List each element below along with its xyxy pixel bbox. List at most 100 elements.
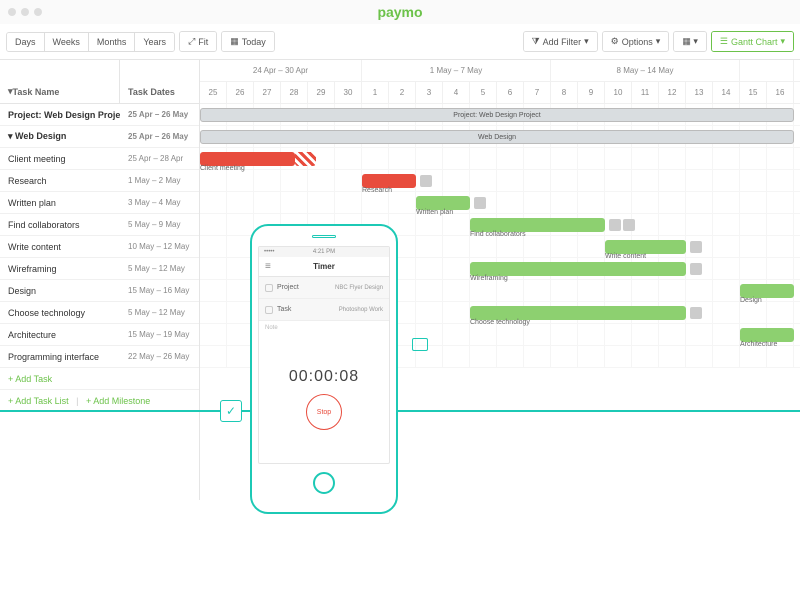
gantt-bar[interactable] bbox=[470, 262, 686, 276]
day-header: 16 bbox=[767, 82, 794, 103]
layout-button[interactable]: ▦ ▾ bbox=[674, 32, 706, 51]
task-row[interactable]: Project: Web Design Project25 Apr – 26 M… bbox=[0, 104, 199, 126]
phone-speaker bbox=[312, 235, 336, 238]
options-button[interactable]: ⚙Options ▾ bbox=[603, 32, 669, 51]
day-header: 26 bbox=[227, 82, 254, 103]
avatar[interactable] bbox=[474, 197, 486, 209]
home-button-icon[interactable] bbox=[313, 472, 335, 494]
view-months[interactable]: Months bbox=[89, 33, 136, 51]
gantt-bar[interactable] bbox=[605, 240, 686, 254]
timer-display: 00:00:08 bbox=[289, 368, 359, 386]
bar-caption: Find collaborators bbox=[470, 231, 526, 238]
view-range-group: Days Weeks Months Years bbox=[6, 32, 175, 52]
fit-button[interactable]: ⤢Fit bbox=[180, 32, 216, 51]
gantt-bar[interactable] bbox=[200, 152, 295, 166]
task-row[interactable]: Find collaborators5 May – 9 May bbox=[0, 214, 199, 236]
gantt-bar[interactable] bbox=[362, 174, 416, 188]
gantt-bar[interactable] bbox=[740, 328, 794, 342]
task-row[interactable]: Write content10 May – 12 May bbox=[0, 236, 199, 258]
add-filter-button[interactable]: ⧩Add Filter ▾ bbox=[524, 32, 597, 51]
day-header: 9 bbox=[578, 82, 605, 103]
bar-caption: Design bbox=[740, 297, 762, 304]
avatar[interactable] bbox=[690, 241, 702, 253]
week-header: 8 May – 14 May bbox=[551, 60, 740, 81]
grid-icon: ▦ bbox=[682, 36, 691, 46]
bar-caption: Architecture bbox=[740, 341, 777, 348]
day-header: 5 bbox=[470, 82, 497, 103]
col-task-name[interactable]: ▾ Task Name bbox=[0, 60, 120, 103]
phone-time: 4:21 PM bbox=[313, 249, 335, 255]
day-header: 30 bbox=[335, 82, 362, 103]
phone-project-row[interactable]: ProjectNBC Flyer Design bbox=[259, 277, 389, 299]
calendar-icon: ▦ bbox=[230, 36, 239, 47]
task-row[interactable]: Research1 May – 2 May bbox=[0, 170, 199, 192]
avatar[interactable] bbox=[420, 175, 432, 187]
gantt-bar[interactable] bbox=[470, 306, 686, 320]
view-weeks[interactable]: Weeks bbox=[45, 33, 89, 51]
app-logo: paymo bbox=[377, 4, 422, 20]
avatar[interactable] bbox=[623, 219, 635, 231]
avatar[interactable] bbox=[690, 263, 702, 275]
chevron-down-icon: ▾ bbox=[656, 36, 661, 47]
gantt-bar[interactable] bbox=[740, 284, 794, 298]
day-header: 25 bbox=[200, 82, 227, 103]
col-task-dates[interactable]: Task Dates bbox=[120, 60, 199, 103]
task-sidebar: ▾ Task Name Task Dates Project: Web Desi… bbox=[0, 60, 200, 500]
task-row[interactable]: Client meeting25 Apr – 28 Apr bbox=[0, 148, 199, 170]
traffic-light-min[interactable] bbox=[21, 8, 29, 16]
gantt-row bbox=[200, 192, 800, 214]
today-button[interactable]: ▦Today bbox=[222, 32, 274, 51]
day-header: 29 bbox=[308, 82, 335, 103]
task-row[interactable]: ▾ Web Design25 Apr – 26 May bbox=[0, 126, 199, 148]
day-header: 28 bbox=[281, 82, 308, 103]
filter-icon: ⧩ bbox=[532, 36, 540, 47]
gantt-row bbox=[200, 170, 800, 192]
traffic-light-close[interactable] bbox=[8, 8, 16, 16]
window-titlebar: paymo bbox=[0, 0, 800, 24]
menu-icon[interactable]: ≡ bbox=[265, 261, 271, 272]
gantt-icon: ☰ bbox=[720, 36, 728, 47]
bar-caption: Wireframing bbox=[470, 275, 508, 282]
gantt-bar[interactable] bbox=[470, 218, 605, 232]
day-header: 27 bbox=[254, 82, 281, 103]
add-task-list-link[interactable]: + Add Task List bbox=[8, 396, 69, 406]
task-row[interactable]: Choose technology5 May – 12 May bbox=[0, 302, 199, 324]
week-header: 24 Apr – 30 Apr bbox=[200, 60, 362, 81]
phone-mockup: •••••4:21 PM ≡Timer ProjectNBC Flyer Des… bbox=[250, 224, 398, 514]
gantt-bar[interactable] bbox=[416, 196, 470, 210]
day-header: 11 bbox=[632, 82, 659, 103]
day-header: 12 bbox=[659, 82, 686, 103]
gear-icon: ⚙ bbox=[611, 36, 619, 47]
task-row[interactable]: Written plan3 May – 4 May bbox=[0, 192, 199, 214]
task-row[interactable]: Programming interface22 May – 26 May bbox=[0, 346, 199, 368]
gantt-bar[interactable]: Project: Web Design Project bbox=[200, 108, 794, 122]
day-header: 8 bbox=[551, 82, 578, 103]
bar-caption: Write content bbox=[605, 253, 646, 260]
view-years[interactable]: Years bbox=[135, 33, 174, 51]
gantt-bar[interactable] bbox=[295, 152, 317, 166]
day-header: 10 bbox=[605, 82, 632, 103]
toolbar: Days Weeks Months Years ⤢Fit ▦Today ⧩Add… bbox=[0, 24, 800, 60]
gantt-bar[interactable]: Web Design bbox=[200, 130, 794, 144]
task-row[interactable]: Architecture15 May – 19 May bbox=[0, 324, 199, 346]
task-row[interactable]: Design15 May – 16 May bbox=[0, 280, 199, 302]
chevron-down-icon: ▾ bbox=[691, 36, 698, 46]
phone-note[interactable]: Note bbox=[259, 321, 389, 335]
avatar[interactable] bbox=[609, 219, 621, 231]
traffic-light-max[interactable] bbox=[34, 8, 42, 16]
day-header: 3 bbox=[416, 82, 443, 103]
add-milestone-link[interactable]: + Add Milestone bbox=[86, 396, 150, 406]
stop-button[interactable]: Stop bbox=[306, 394, 342, 430]
day-header: 13 bbox=[686, 82, 713, 103]
avatar[interactable] bbox=[690, 307, 702, 319]
bar-caption: Written plan bbox=[416, 209, 453, 216]
day-header: 2 bbox=[389, 82, 416, 103]
check-icon: ✓ bbox=[220, 400, 242, 422]
phone-task-row[interactable]: TaskPhotoshop Work bbox=[259, 299, 389, 321]
day-header: 15 bbox=[740, 82, 767, 103]
task-row[interactable]: Wireframing5 May – 12 May bbox=[0, 258, 199, 280]
decoration-line bbox=[0, 410, 800, 412]
view-days[interactable]: Days bbox=[7, 33, 45, 51]
gantt-chart-button[interactable]: ☰Gantt Chart ▾ bbox=[712, 32, 793, 51]
add-task-link[interactable]: + Add Task bbox=[0, 374, 120, 384]
